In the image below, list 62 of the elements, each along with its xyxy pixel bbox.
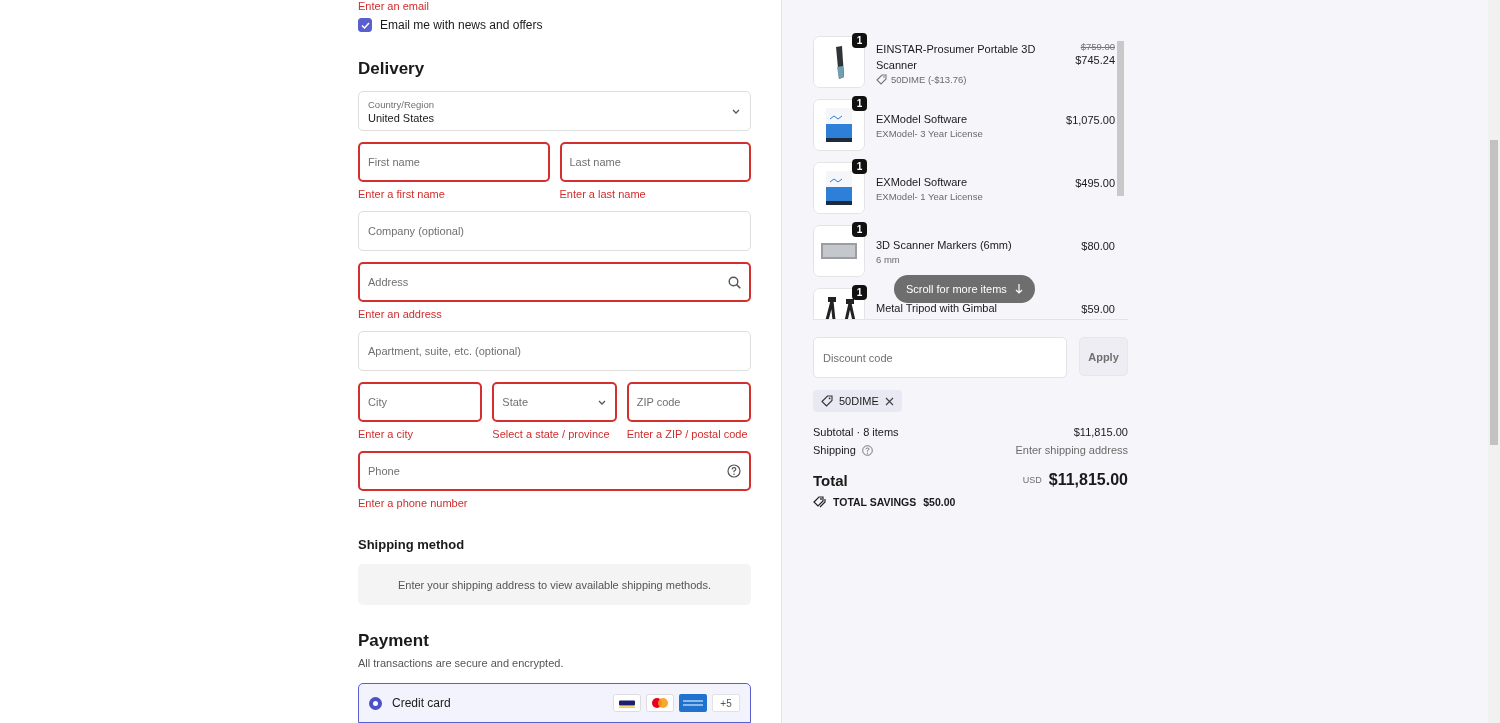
field-label: Country/Region [368, 98, 435, 110]
error-message: Select a state / province [492, 428, 611, 440]
product-price: $80.00 [1081, 240, 1115, 252]
input-field[interactable]: Apartment, suite, etc. (optional) [358, 331, 751, 371]
product-name: Metal Tripod with Gimbal [876, 301, 999, 316]
input-field[interactable]: Address [358, 262, 751, 302]
error-message: Enter an address [358, 308, 443, 320]
field-value: United States [368, 111, 435, 124]
quantity-badge: 1 [852, 159, 867, 174]
apply-button[interactable]: Apply [1079, 337, 1128, 376]
product-price: $59.00 [1081, 303, 1115, 315]
section-heading: Shipping method [358, 537, 466, 552]
section-heading: Payment [358, 631, 430, 651]
more-brands-badge: +5 [712, 694, 740, 712]
input-field[interactable]: First name [358, 142, 550, 182]
section-heading: Delivery [358, 59, 426, 79]
product-price: $745.24 [1075, 54, 1115, 66]
payment-label: Credit card [392, 696, 452, 710]
product-price: $495.00 [1075, 177, 1115, 189]
error-message: Enter a last name [559, 188, 647, 200]
total-label: Total [813, 471, 848, 489]
error-message: Enter a phone number [358, 497, 469, 509]
discount-label: 50DIME (-$13.76) [891, 74, 967, 85]
currency-code: USD [1022, 475, 1042, 485]
product-name: EXModel Software [876, 175, 969, 190]
product-variant: 6 mm [876, 254, 901, 265]
savings-label: TOTAL SAVINGS [833, 496, 917, 508]
quantity-badge: 1 [852, 285, 867, 300]
quantity-badge: 1 [852, 96, 867, 111]
payment-option[interactable]: Credit card +5 [358, 683, 751, 723]
product-price: $1,075.00 [1066, 114, 1115, 126]
input-field[interactable]: Phone [358, 451, 751, 491]
product-variant: EXModel- 1 Year License [876, 191, 984, 202]
product-name: 3D Scanner Markers (6mm) [876, 238, 1013, 253]
scroll-hint[interactable]: Scroll for more items [894, 275, 1035, 303]
product-variant: EXModel- 3 Year License [876, 128, 984, 139]
error-message: Enter a first name [358, 188, 446, 200]
shipping-value: Enter shipping address [1015, 444, 1128, 456]
subtotal-label: Subtotal · 8 items [813, 426, 899, 438]
error-message: Enter a ZIP / postal code [626, 428, 749, 440]
country-select[interactable]: Country/Region United States [358, 91, 751, 131]
savings-value: $50.00 [923, 496, 956, 508]
state-select[interactable]: State [492, 382, 617, 422]
error-message: Enter a city [358, 428, 415, 440]
product-name: EINSTAR-Prosumer Portable 3D Scanner [876, 42, 1037, 73]
input-field[interactable]: ZIP code [626, 382, 751, 422]
input-field[interactable]: Last name [559, 142, 751, 182]
payment-subtitle: All transactions are secure and encrypted. [358, 657, 565, 669]
shipping-label: Shipping [813, 444, 856, 456]
quantity-badge: 1 [852, 33, 867, 48]
shipping-notice: Enter your shipping address to view available shipping methods. [358, 564, 751, 605]
subtotal-value: $11,815.00 [1073, 426, 1128, 438]
discount-chip: 50DIME [813, 390, 902, 412]
total-value: $11,815.00 [1048, 471, 1128, 489]
input-field[interactable]: City [358, 382, 483, 422]
checkbox-label: Email me with news and offers [380, 18, 543, 32]
error-message: Enter an email [358, 0, 430, 12]
product-name: EXModel Software [876, 112, 969, 127]
input-field[interactable]: Company (optional) [358, 211, 751, 251]
quantity-badge: 1 [852, 222, 867, 237]
original-price: $759.00 [1079, 41, 1115, 52]
discount-field[interactable]: Discount code [813, 337, 1067, 378]
